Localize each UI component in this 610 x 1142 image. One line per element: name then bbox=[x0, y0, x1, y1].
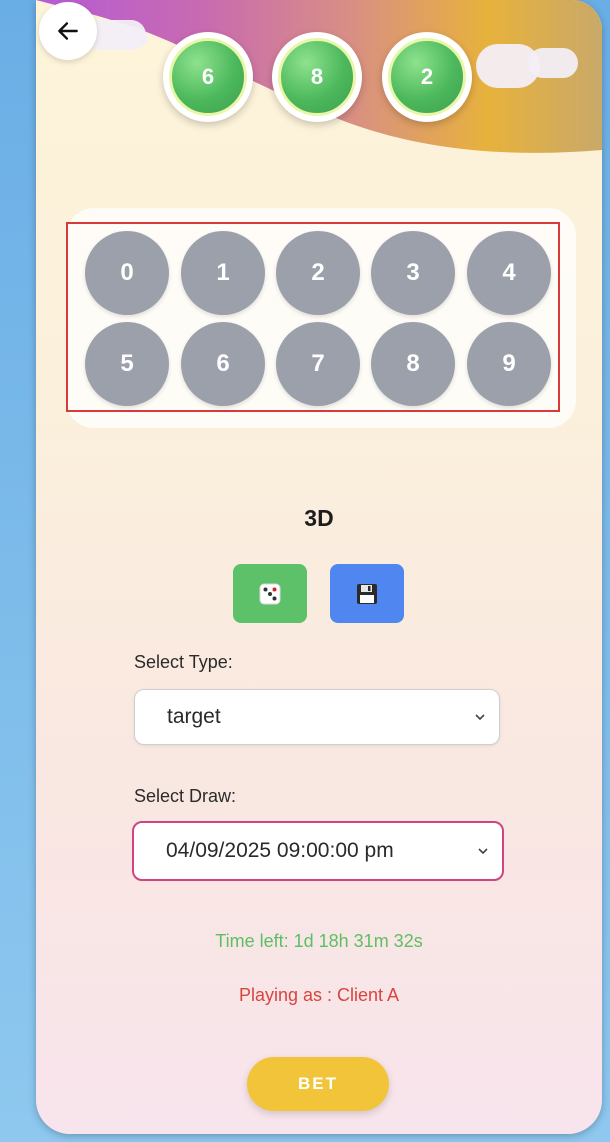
type-select[interactable]: target bbox=[134, 689, 500, 745]
number-button[interactable]: 6 bbox=[181, 322, 265, 406]
time-left-text: Time left: 1d 18h 31m 32s bbox=[215, 931, 423, 951]
number-button[interactable]: 5 bbox=[85, 322, 169, 406]
dice-icon bbox=[259, 583, 281, 604]
random-pick-button[interactable] bbox=[233, 564, 307, 623]
app-screen: 6 8 2 0 1 2 3 4 5 6 7 8 9 3D Select Type… bbox=[36, 0, 602, 1134]
select-draw-label: Select Draw: bbox=[134, 786, 237, 806]
cloud-decoration bbox=[108, 26, 148, 50]
draw-select[interactable]: 04/09/2025 09:00:00 pm bbox=[132, 821, 504, 881]
number-button[interactable]: 3 bbox=[371, 231, 455, 315]
result-ball-number: 2 bbox=[388, 38, 466, 116]
number-button[interactable]: 4 bbox=[467, 231, 551, 315]
number-button[interactable]: 0 bbox=[85, 231, 169, 315]
floppy-disk-icon bbox=[357, 583, 377, 604]
bet-button[interactable]: BET bbox=[247, 1057, 389, 1111]
number-button[interactable]: 7 bbox=[276, 322, 360, 406]
type-select-value: target bbox=[167, 705, 221, 728]
result-ball: 6 bbox=[163, 32, 253, 122]
number-button[interactable]: 8 bbox=[371, 322, 455, 406]
result-ball: 8 bbox=[272, 32, 362, 122]
result-ball: 2 bbox=[382, 32, 472, 122]
chevron-down-icon bbox=[478, 848, 488, 855]
number-button[interactable]: 2 bbox=[276, 231, 360, 315]
number-button[interactable]: 1 bbox=[181, 231, 265, 315]
arrow-left-icon bbox=[58, 22, 78, 40]
result-ball-number: 8 bbox=[278, 38, 356, 116]
number-button[interactable]: 9 bbox=[467, 322, 551, 406]
cloud-decoration bbox=[528, 48, 578, 78]
save-button[interactable] bbox=[330, 564, 404, 623]
back-button[interactable] bbox=[39, 2, 97, 60]
game-title: 3D bbox=[304, 505, 334, 531]
result-ball-number: 6 bbox=[169, 38, 247, 116]
chevron-down-icon bbox=[475, 714, 485, 721]
draw-select-value: 04/09/2025 09:00:00 pm bbox=[166, 839, 394, 862]
playing-as-text: Playing as : Client A bbox=[238, 985, 400, 1005]
select-type-label: Select Type: bbox=[134, 652, 233, 672]
